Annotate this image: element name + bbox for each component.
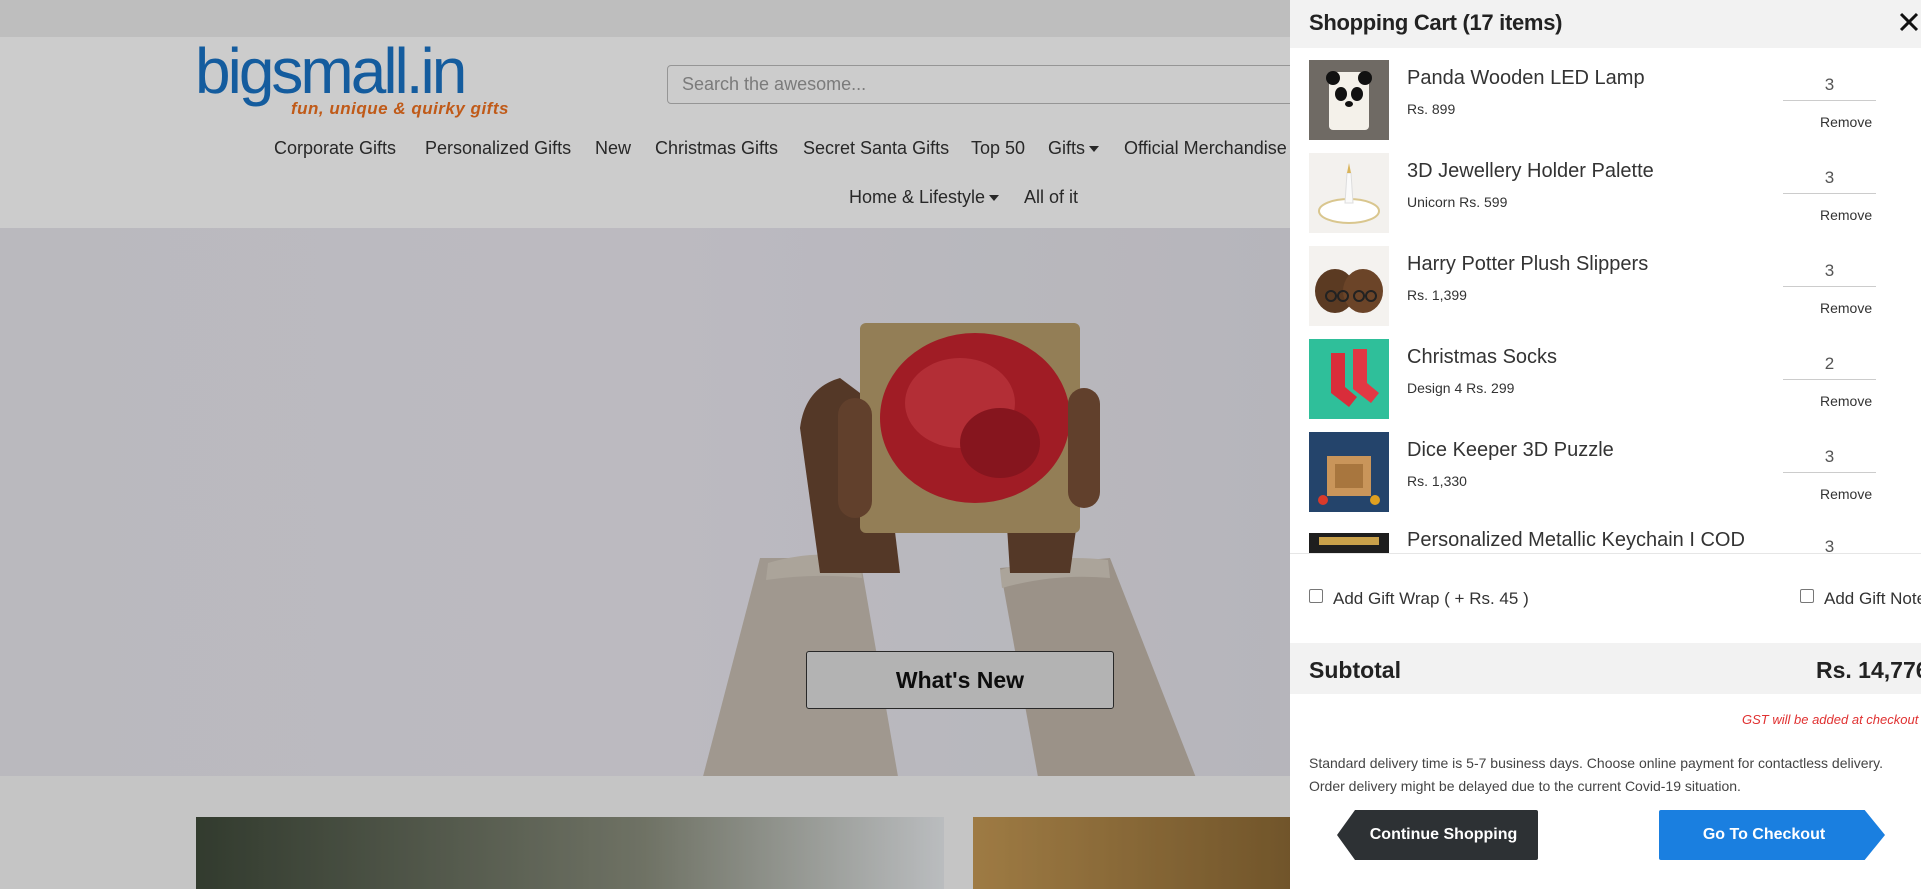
cart-title: Shopping Cart (17 items) [1309,10,1563,35]
gift-wrap-label: Add Gift Wrap ( + Rs. 45 ) [1333,589,1529,608]
cart-header: Shopping Cart (17 items) [1290,0,1921,48]
quantity-input[interactable] [1783,69,1876,101]
item-variant-price: Design 4 Rs. 299 [1407,380,1515,396]
cart-drawer: Shopping Cart (17 items) Panda Wooden LE… [1290,0,1921,889]
delivery-note: Standard delivery time is 5-7 business d… [1309,755,1884,794]
remove-button[interactable]: Remove [1820,207,1900,223]
item-name[interactable]: Panda Wooden LED Lamp [1407,67,1645,90]
slippers-image[interactable] [1309,246,1389,326]
close-icon[interactable] [1895,6,1921,36]
cart-item: 3D Jewellery Holder Palette Unicorn Rs. … [1290,141,1921,234]
continue-shopping-button[interactable]: Continue Shopping [1337,810,1538,860]
subtotal-label: Subtotal [1309,657,1401,683]
cart-item: Harry Potter Plush Slippers Rs. 1,399 Re… [1290,234,1921,327]
cart-item: Christmas Socks Design 4 Rs. 299 Remove [1290,327,1921,420]
panda-lamp-image[interactable] [1309,60,1389,140]
item-name[interactable]: Christmas Socks [1407,346,1557,369]
quantity-input[interactable] [1783,162,1876,194]
checkbox-icon[interactable] [1800,589,1814,603]
subtotal-value: Rs. 14,776 [1816,657,1921,683]
page-dim-overlay[interactable] [0,0,1290,889]
jewellery-holder-image[interactable] [1309,153,1389,233]
item-price: Rs. 1,399 [1407,287,1467,303]
item-price: Unicorn Rs. 599 [1407,194,1508,210]
item-name[interactable]: Harry Potter Plush Slippers [1407,253,1648,276]
item-name[interactable]: 3D Jewellery Holder Palette [1407,160,1654,183]
quantity-input[interactable] [1783,255,1876,287]
gift-note-label: Add Gift Note [1824,589,1921,608]
quantity-input[interactable] [1783,348,1876,380]
gift-wrap-checkbox[interactable]: Add Gift Wrap ( + Rs. 45 ) [1309,589,1529,609]
checkout-button[interactable]: Go To Checkout [1659,810,1885,860]
remove-button[interactable]: Remove [1820,114,1900,130]
cart-item: Dice Keeper 3D Puzzle Rs. 1,330 Remove [1290,420,1921,513]
gift-options: Add Gift Wrap ( + Rs. 45 ) Add Gift Note [1290,553,1921,643]
remove-button[interactable]: Remove [1820,300,1900,316]
cart-item: Panda Wooden LED Lamp Rs. 899 Remove [1290,48,1921,141]
remove-button[interactable]: Remove [1820,486,1900,502]
subtotal-bar: Subtotal Rs. 14,776 [1290,643,1921,694]
keychain-image[interactable] [1309,533,1389,553]
socks-image[interactable] [1309,339,1389,419]
puzzle-image[interactable] [1309,432,1389,512]
checkbox-icon[interactable] [1309,589,1323,603]
remove-button[interactable]: Remove [1820,393,1900,409]
quantity-input[interactable] [1783,441,1876,473]
item-name[interactable]: Dice Keeper 3D Puzzle [1407,439,1614,462]
quantity-input[interactable] [1783,531,1876,553]
cart-items-list[interactable]: Panda Wooden LED Lamp Rs. 899 Remove 3D … [1290,48,1921,553]
item-price: Rs. 1,330 [1407,473,1467,489]
item-price: Rs. 899 [1407,101,1456,117]
gst-note: GST will be added at checkout [1742,712,1919,727]
cart-item: Personalized Metallic Keychain I COD [1290,503,1921,553]
gift-note-checkbox[interactable]: Add Gift Note [1800,589,1921,609]
item-name[interactable]: Personalized Metallic Keychain I COD [1407,529,1745,552]
